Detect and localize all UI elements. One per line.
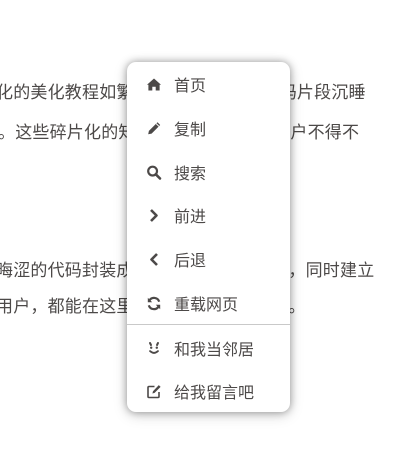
chevron-right-icon — [145, 207, 162, 224]
menu-item-label: 首页 — [174, 76, 207, 95]
smile-icon — [145, 340, 162, 357]
pencil-icon — [145, 120, 162, 137]
menu-item-back[interactable]: 后退 — [127, 244, 290, 274]
context-menu: 首页 复制 搜索 前进 后退 重载网页 和我当邻居 给我留言吧 — [127, 62, 290, 412]
menu-item-label: 和我当邻居 — [174, 340, 255, 359]
menu-item-reload[interactable]: 重载网页 — [127, 288, 290, 318]
menu-item-label: 后退 — [174, 251, 207, 270]
search-icon — [145, 164, 162, 181]
menu-item-search[interactable]: 搜索 — [127, 157, 290, 187]
menu-item-label: 给我留言吧 — [174, 383, 255, 402]
menu-item-message[interactable]: 给我留言吧 — [127, 376, 290, 406]
menu-item-neighbor[interactable]: 和我当邻居 — [127, 333, 290, 363]
menu-item-forward[interactable]: 前进 — [127, 200, 290, 230]
menu-item-label: 复制 — [174, 120, 207, 139]
menu-divider — [127, 324, 290, 325]
menu-item-label: 搜索 — [174, 164, 207, 183]
menu-item-home[interactable]: 首页 — [127, 69, 290, 99]
menu-item-label: 重载网页 — [174, 295, 239, 314]
menu-item-label: 前进 — [174, 207, 207, 226]
edit-note-icon — [145, 383, 162, 400]
home-icon — [145, 76, 162, 93]
menu-item-copy[interactable]: 复制 — [127, 113, 290, 143]
reload-icon — [145, 295, 162, 312]
chevron-left-icon — [145, 251, 162, 268]
